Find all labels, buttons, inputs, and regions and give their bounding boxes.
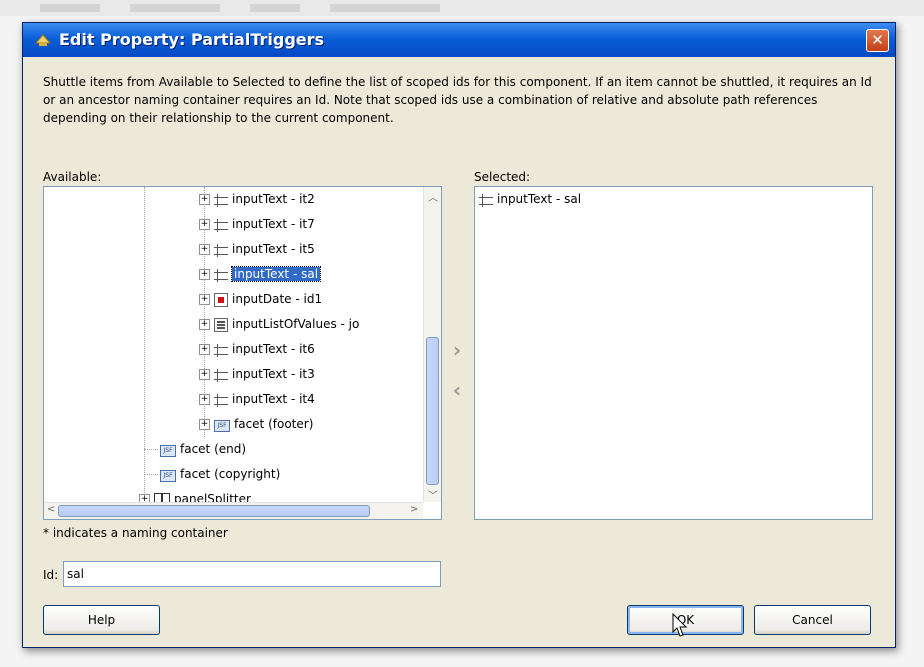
- tree-item-label: inputText - it5: [232, 242, 315, 256]
- list-of-values-icon: [214, 317, 228, 332]
- input-text-icon: [214, 219, 228, 232]
- tree-item[interactable]: + inputText - it3: [199, 364, 315, 384]
- horizontal-scrollbar[interactable]: < >: [44, 502, 423, 519]
- expand-icon[interactable]: +: [199, 194, 210, 205]
- input-text-icon: [214, 369, 228, 382]
- expand-icon[interactable]: +: [199, 344, 210, 355]
- tree-item[interactable]: + inputListOfValues - jo: [199, 314, 359, 334]
- selected-label: Selected:: [474, 170, 531, 184]
- cancel-button[interactable]: Cancel: [754, 605, 871, 635]
- tree-item[interactable]: JSF facet (end): [160, 439, 246, 459]
- close-button[interactable]: ✕: [866, 29, 889, 52]
- selected-item-label: inputText - sal: [497, 192, 582, 206]
- input-text-icon: [214, 394, 228, 407]
- tree-item-label: facet (end): [180, 442, 247, 456]
- app-icon: [35, 34, 51, 46]
- tree-guide-line: [144, 474, 158, 475]
- expand-icon[interactable]: +: [199, 219, 210, 230]
- expand-icon[interactable]: +: [199, 244, 210, 255]
- input-date-icon: [214, 292, 228, 307]
- tree-item-label: inputListOfValues - jo: [232, 317, 360, 331]
- tree-item[interactable]: + inputDate - id1: [199, 289, 322, 309]
- available-tree[interactable]: + inputText - it2 + inputText - it7 + input…: [43, 186, 442, 520]
- id-input[interactable]: sal: [63, 561, 441, 587]
- tree-item[interactable]: + inputText - it5: [199, 239, 315, 259]
- dialog-title: Edit Property: PartialTriggers: [59, 30, 325, 49]
- expand-icon[interactable]: +: [199, 394, 210, 405]
- tree-item-label: inputText - it7: [232, 217, 315, 231]
- expand-icon[interactable]: +: [199, 319, 210, 330]
- input-text-icon: [214, 269, 228, 282]
- input-text-icon: [214, 244, 228, 257]
- facet-icon: JSF: [160, 469, 176, 482]
- expand-icon[interactable]: +: [199, 294, 210, 305]
- selected-list[interactable]: inputText - sal: [474, 186, 873, 520]
- tree-item-label: inputText - it3: [232, 367, 315, 381]
- expand-icon[interactable]: +: [199, 419, 210, 430]
- shuttle-add-button[interactable]: ›: [449, 338, 465, 362]
- expand-icon[interactable]: +: [199, 269, 210, 280]
- tree-item-label: inputText - it4: [232, 392, 315, 406]
- expand-icon[interactable]: +: [199, 369, 210, 380]
- parent-window-toolbar: [0, 0, 924, 16]
- dialog-description: Shuttle items from Available to Selected…: [43, 75, 872, 125]
- scroll-left-icon[interactable]: <: [47, 504, 55, 515]
- tree-item-label: inputText - it2: [232, 192, 315, 206]
- tree-item-label: inputText - it6: [232, 342, 315, 356]
- tree-item[interactable]: JSF facet (copyright): [160, 464, 280, 484]
- tree-item[interactable]: + inputText - it4: [199, 389, 315, 409]
- mouse-cursor-icon: [672, 613, 688, 637]
- naming-container-note: * indicates a naming container: [43, 526, 228, 540]
- vertical-scrollbar[interactable]: ︿ ﹀: [423, 187, 441, 502]
- scroll-right-icon[interactable]: >: [410, 504, 418, 515]
- shuttle-remove-button[interactable]: ‹: [449, 378, 465, 402]
- tree-item-label: inputDate - id1: [232, 292, 323, 306]
- tree-item-label: facet (footer): [234, 417, 314, 431]
- tree-item[interactable]: + inputText - it6: [199, 339, 315, 359]
- input-text-icon: [214, 344, 228, 357]
- tree-item[interactable]: + inputText - it7: [199, 214, 315, 234]
- tree-guide-line: [144, 449, 158, 450]
- scroll-thumb[interactable]: [58, 505, 370, 517]
- help-button[interactable]: Help: [43, 605, 160, 635]
- facet-icon: JSF: [214, 419, 230, 432]
- facet-icon: JSF: [160, 444, 176, 457]
- available-label: Available:: [43, 170, 102, 184]
- id-label: Id:: [43, 568, 59, 582]
- input-text-icon: [479, 194, 493, 207]
- dialog-title-bar[interactable]: Edit Property: PartialTriggers ✕: [23, 23, 895, 57]
- tree-item[interactable]: + JSF facet (footer): [199, 414, 313, 434]
- scroll-thumb[interactable]: [426, 337, 439, 485]
- scroll-down-icon[interactable]: ﹀: [428, 487, 438, 502]
- tree-item-selected[interactable]: + inputText - sal: [199, 264, 322, 284]
- tree-item[interactable]: + inputText - it2: [199, 189, 315, 209]
- tree-guide-line: [144, 187, 145, 507]
- tree-item-label: inputText - sal: [230, 266, 322, 282]
- input-text-icon: [214, 194, 228, 207]
- edit-property-dialog: Edit Property: PartialTriggers ✕ Shuttle…: [22, 22, 896, 648]
- tree-item-label: facet (copyright): [180, 467, 281, 481]
- scroll-up-icon[interactable]: ︿: [428, 189, 438, 204]
- selected-item[interactable]: inputText - sal: [479, 189, 581, 209]
